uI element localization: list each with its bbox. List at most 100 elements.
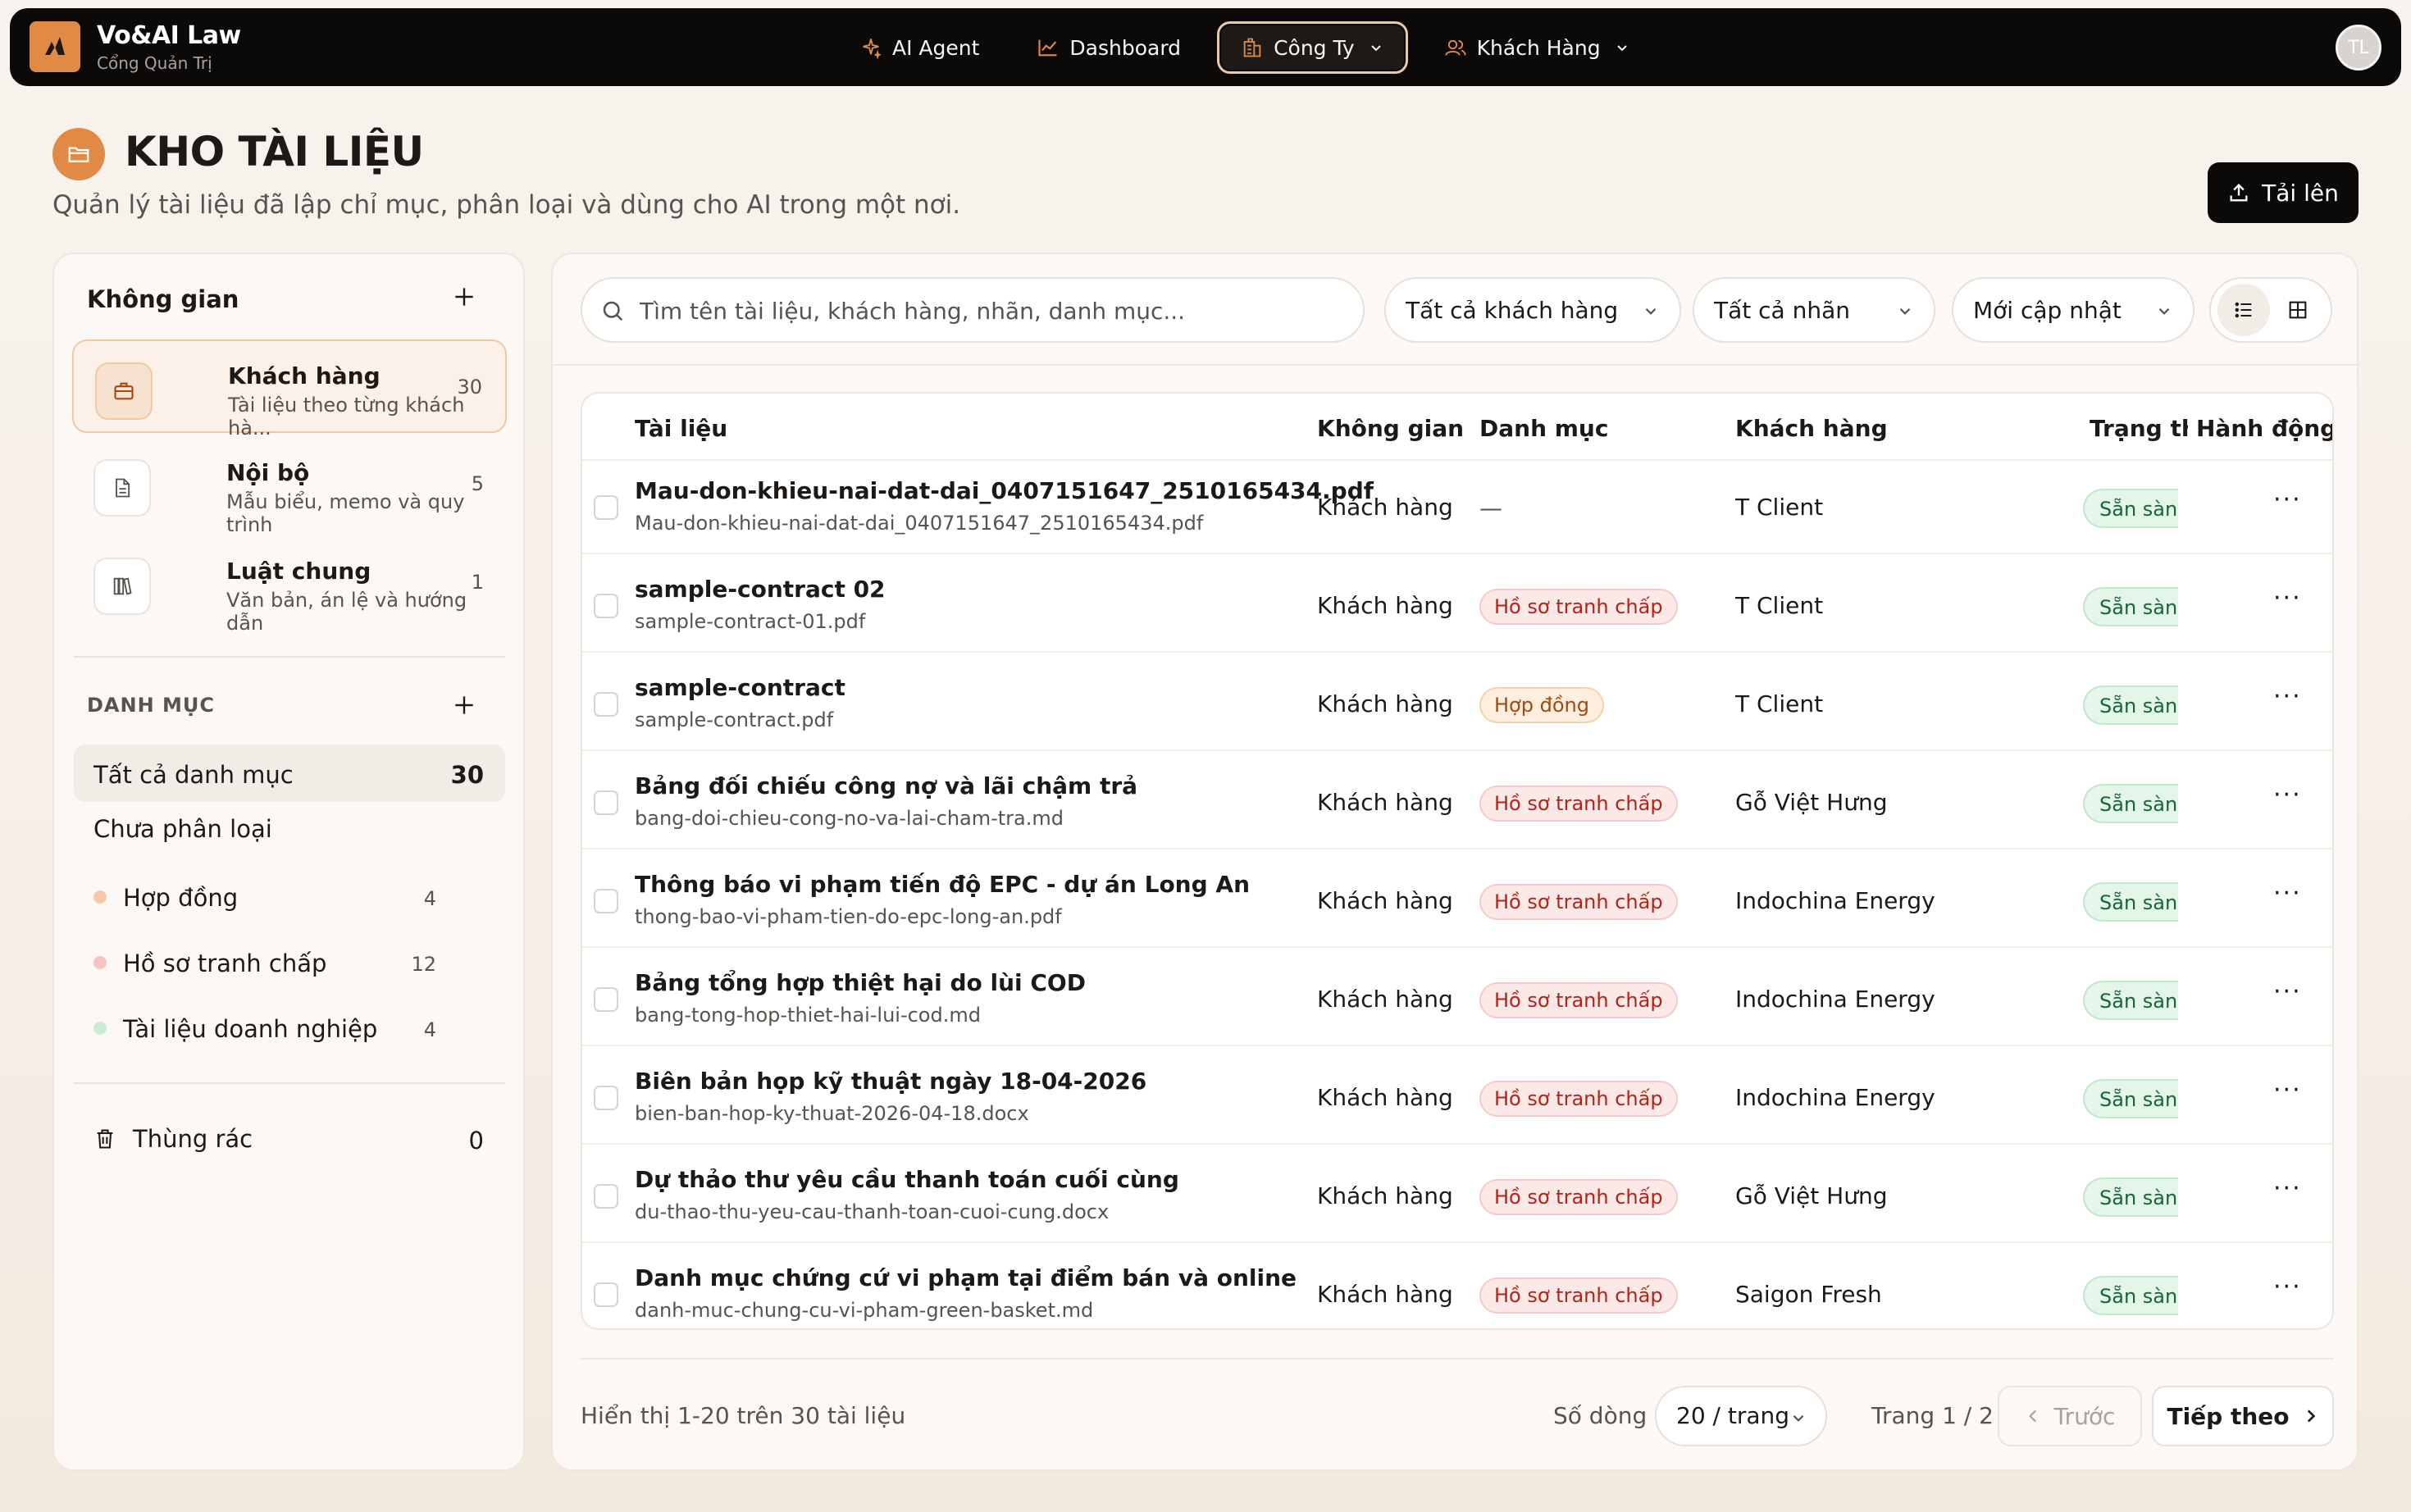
nav-clients-label: Khách Hàng (1476, 35, 1601, 60)
header-client[interactable]: Khách hàng (1735, 415, 1888, 442)
table-row[interactable]: Bảng tổng hợp thiệt hại do lùi COD bang-t… (582, 954, 2332, 1046)
category-item-corporate[interactable]: Tài liệu doanh nghiệp 4 (74, 1004, 505, 1053)
document-name[interactable]: Thông báo vi phạm tiến độ EPC - dự án Lo… (635, 871, 1250, 898)
document-name[interactable]: sample-contract (635, 674, 845, 701)
category-dot (93, 1022, 107, 1035)
view-toggle (2209, 277, 2332, 343)
search-input[interactable] (640, 290, 1345, 331)
page-subtitle: Quản lý tài liệu đã lập chỉ mục, phân lo… (52, 190, 961, 220)
nav-company[interactable]: Công Ty (1217, 21, 1408, 74)
header-document[interactable]: Tài liệu (635, 415, 727, 442)
category-badge: Hồ sơ tranh chấp (1479, 589, 1678, 625)
more-actions-icon[interactable]: ··· (2273, 1174, 2302, 1203)
category-count: 4 (423, 1018, 436, 1041)
more-actions-icon[interactable]: ··· (2273, 1273, 2302, 1301)
row-checkbox[interactable] (594, 1184, 618, 1209)
document-category: Hồ sơ tranh chấp (1479, 884, 1678, 920)
chevron-down-icon (2158, 308, 2170, 315)
category-dot (93, 956, 107, 969)
row-checkbox[interactable] (594, 987, 618, 1012)
more-actions-icon[interactable]: ··· (2273, 781, 2302, 809)
header-category[interactable]: Danh mục (1479, 415, 1608, 442)
nav-clients[interactable]: Khách Hàng (1423, 21, 1652, 74)
header-status[interactable]: Trạng thái (2090, 415, 2188, 442)
table-row[interactable]: Thông báo vi phạm tiến độ EPC - dự án Lo… (582, 856, 2332, 948)
category-label: Tài liệu doanh nghiệp (123, 1015, 378, 1043)
filter-client-select[interactable]: Tất cả khách hàng (1384, 277, 1681, 343)
previous-page-button[interactable]: Trước (1998, 1386, 2142, 1446)
grid-view-button[interactable] (2272, 284, 2324, 336)
list-icon (2235, 302, 2252, 318)
space-count: 1 (471, 571, 484, 594)
table-row[interactable]: Danh mục chứng cứ vi phạm tại điểm bán v… (582, 1250, 2332, 1328)
row-checkbox[interactable] (594, 889, 618, 913)
category-item-contract[interactable]: Hợp đồng 4 (74, 872, 505, 922)
table-row[interactable]: Mau-don-khieu-nai-dat-dai_0407151647_251… (582, 462, 2332, 554)
space-item-clients[interactable]: Khách hàng Tài liệu theo từng khách hà..… (72, 339, 507, 439)
document-category: Hợp đồng (1479, 687, 1604, 723)
sort-select[interactable]: Mới cập nhật (1952, 277, 2195, 343)
chevron-down-icon (1645, 308, 1657, 315)
chevron-down-icon (1793, 1415, 1804, 1422)
row-checkbox[interactable] (594, 1086, 618, 1110)
more-actions-icon[interactable]: ··· (2273, 682, 2302, 711)
row-checkbox[interactable] (594, 692, 618, 717)
document-filename: bien-ban-hop-ky-thuat-2026-04-18.docx (635, 1102, 1029, 1125)
user-avatar[interactable]: TL (2336, 25, 2381, 71)
more-actions-icon[interactable]: ··· (2273, 584, 2302, 613)
document-filename: danh-muc-chung-cu-vi-pham-green-basket.m… (635, 1299, 1094, 1322)
header-space[interactable]: Không gian (1317, 415, 1464, 442)
category-uncategorized[interactable]: Chưa phân loại (93, 815, 272, 843)
document-category: Hồ sơ tranh chấp (1479, 982, 1678, 1018)
document-name[interactable]: Dự thảo thư yêu cầu thanh toán cuối cùng (635, 1166, 1179, 1193)
more-actions-icon[interactable]: ··· (2273, 977, 2302, 1006)
list-view-button[interactable] (2217, 284, 2270, 336)
filter-label-select[interactable]: Tất cả nhãn (1693, 277, 1935, 343)
table-row[interactable]: sample-contract sample-contract.pdf Khách … (582, 659, 2332, 751)
row-checkbox[interactable] (594, 790, 618, 815)
document-name[interactable]: Biên bản họp kỹ thuật ngày 18-04-2026 (635, 1068, 1146, 1095)
row-checkbox[interactable] (594, 594, 618, 618)
table-row[interactable]: Biên bản họp kỹ thuật ngày 18-04-2026 bie… (582, 1053, 2332, 1145)
nav-ai-agent[interactable]: AI Agent (838, 21, 1000, 74)
more-actions-icon[interactable]: ··· (2273, 1076, 2302, 1104)
space-item-internal[interactable]: Nội bộ Mẫu biểu, memo và quy trình 5 (72, 438, 507, 536)
logo[interactable] (30, 21, 80, 72)
status-badge: Sẵn sàng (2083, 784, 2178, 823)
trash-item[interactable]: Thùng rác (93, 1125, 253, 1153)
next-page-button[interactable]: Tiếp theo (2152, 1386, 2334, 1446)
add-space-plus-icon[interactable] (451, 284, 477, 310)
category-item-dispute[interactable]: Hồ sơ tranh chấp 12 (74, 938, 505, 987)
document-space: Khách hàng (1317, 789, 1453, 816)
users-icon (1445, 39, 1466, 56)
folder-icon (52, 128, 105, 180)
document-space: Khách hàng (1317, 494, 1453, 521)
document-name[interactable]: sample-contract 02 (635, 576, 886, 603)
table-row[interactable]: Bảng đối chiếu công nợ và lãi chậm trả ba… (582, 758, 2332, 849)
document-filename: bang-tong-hop-thiet-hai-lui-cod.md (635, 1004, 981, 1027)
add-category-plus-icon[interactable] (451, 692, 477, 718)
more-actions-icon[interactable]: ··· (2273, 485, 2302, 514)
upload-button[interactable]: Tải lên (2208, 162, 2359, 223)
table-row[interactable]: Dự thảo thư yêu cầu thanh toán cuối cùng… (582, 1151, 2332, 1243)
row-checkbox[interactable] (594, 495, 618, 520)
main-nav: AI Agent Dashboard Công Ty Khách Hàng (838, 20, 1652, 75)
brand: Vo&AI Law Cổng Quản Trị (97, 21, 241, 73)
category-all[interactable]: Tất cả danh mục 30 (74, 745, 505, 802)
divider (74, 656, 505, 658)
rows-per-page-select[interactable]: 20 / trang (1655, 1386, 1827, 1446)
document-name[interactable]: Danh mục chứng cứ vi phạm tại điểm bán v… (635, 1264, 1297, 1291)
more-actions-icon[interactable]: ··· (2273, 879, 2302, 908)
table-row[interactable]: sample-contract 02 sample-contract-01.pdf… (582, 561, 2332, 653)
upload-label: Tải lên (2262, 179, 2339, 207)
row-checkbox[interactable] (594, 1282, 618, 1307)
space-item-general-law[interactable]: Luật chung Văn bản, án lệ và hướng dẫn 1 (72, 536, 507, 635)
document-name[interactable]: Mau-don-khieu-nai-dat-dai_0407151647_251… (635, 477, 1374, 504)
nav-dashboard[interactable]: Dashboard (1015, 21, 1202, 74)
divider (74, 1082, 505, 1084)
chart-line-icon (1038, 39, 1057, 57)
document-name[interactable]: Bảng đối chiếu công nợ và lãi chậm trả (635, 772, 1137, 799)
search-box[interactable] (581, 277, 1365, 343)
document-client: Indochina Energy (1735, 1084, 1935, 1111)
document-name[interactable]: Bảng tổng hợp thiệt hại do lùi COD (635, 969, 1086, 996)
